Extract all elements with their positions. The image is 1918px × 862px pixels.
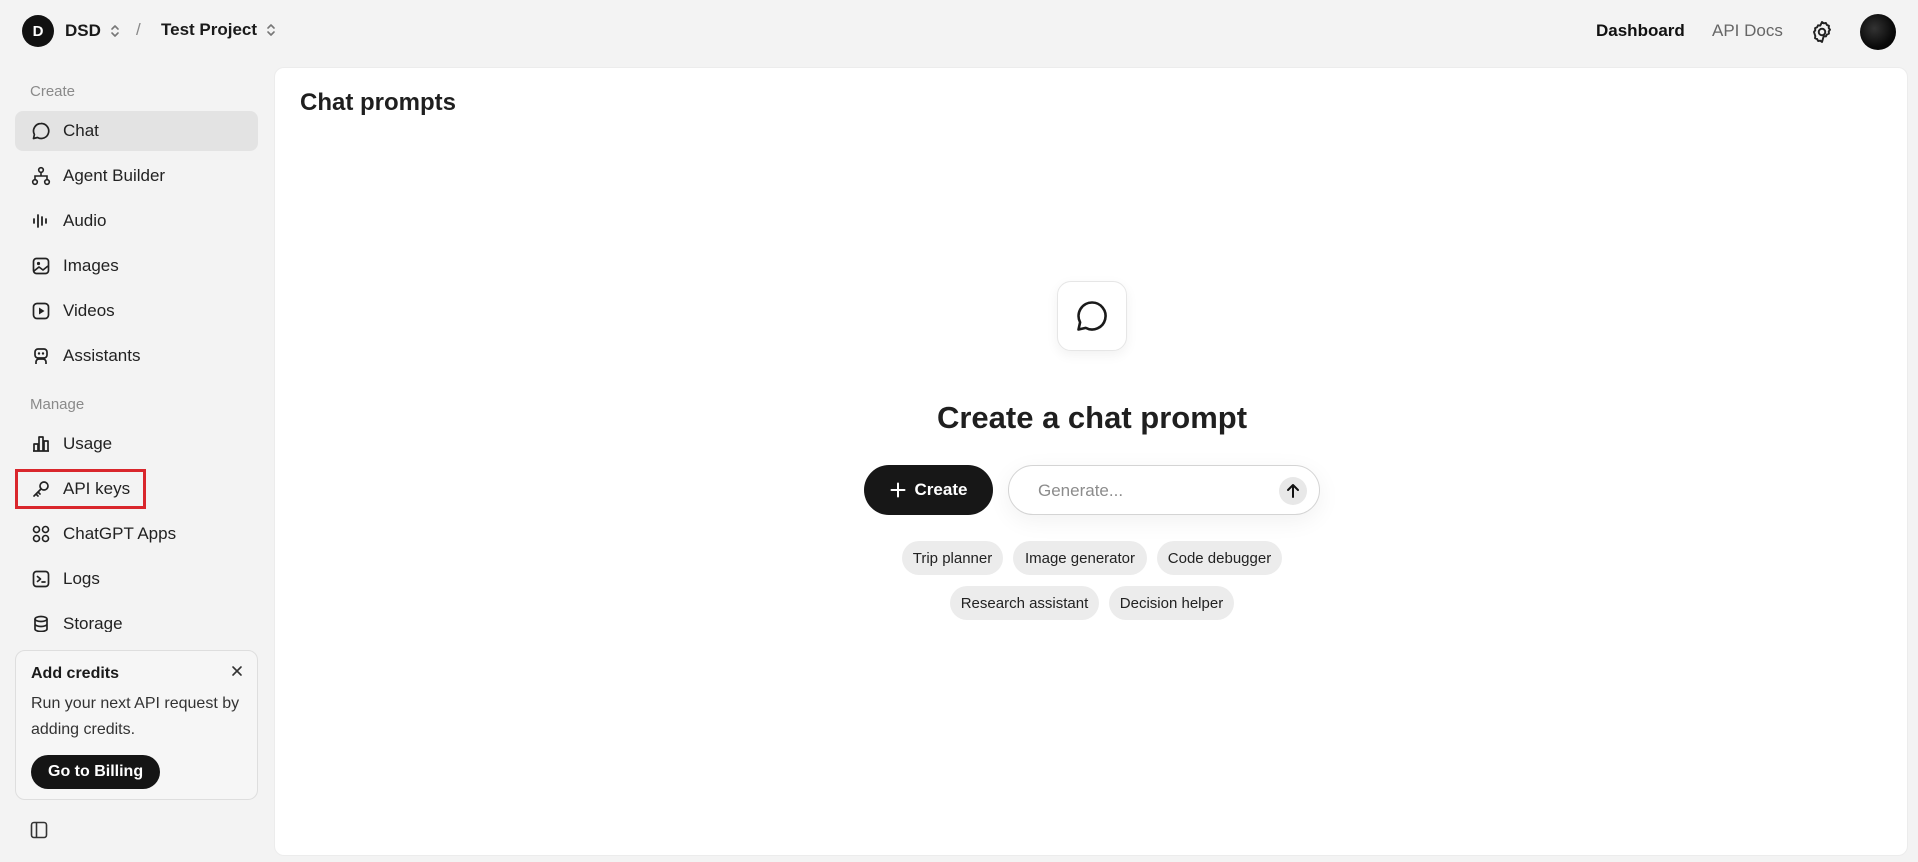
send-arrow-up-icon[interactable] — [1279, 477, 1307, 505]
key-icon — [30, 478, 52, 500]
sidebar-item-label: Chat — [63, 121, 99, 140]
suggestion-chip[interactable]: Research assistant — [950, 586, 1099, 620]
sidebar-item-images[interactable]: Images — [15, 246, 258, 286]
sidebar: Create Chat Agent Builder Audio Images V… — [0, 64, 274, 862]
breadcrumb-separator: / — [136, 20, 141, 39]
sidebar-item-logs[interactable]: Logs — [15, 559, 258, 599]
suggestion-chip[interactable]: Image generator — [1013, 541, 1147, 575]
sidebar-item-label: Agent Builder — [63, 166, 166, 185]
empty-state-heading: Create a chat prompt — [936, 400, 1248, 435]
sidebar-item-label: Audio — [63, 211, 107, 230]
sidebar-toggle-icon[interactable] — [29, 820, 49, 840]
bar-chart-icon — [30, 433, 52, 455]
agent-nodes-icon — [30, 165, 52, 187]
project-switcher[interactable]: Test Project — [161, 20, 277, 40]
add-credits-card: Add credits Run your next API request by… — [15, 650, 258, 800]
sidebar-item-videos[interactable]: Videos — [15, 291, 258, 331]
suggestion-chip[interactable]: Decision helper — [1109, 586, 1234, 620]
section-label-manage: Manage — [30, 396, 85, 413]
sidebar-item-assistants[interactable]: Assistants — [15, 336, 258, 376]
credits-description: Run your next API request by adding cred… — [31, 695, 240, 738]
database-icon — [30, 613, 52, 632]
sidebar-item-storage[interactable]: Storage — [15, 604, 258, 632]
settings-gear-icon[interactable] — [1809, 19, 1835, 45]
org-avatar: D — [22, 15, 54, 47]
create-button-label: Create — [914, 480, 968, 499]
page-title: Chat prompts — [300, 89, 456, 116]
close-icon[interactable] — [231, 665, 243, 677]
plus-icon — [890, 482, 906, 498]
sidebar-nav: Create Chat Agent Builder Audio Images V… — [0, 64, 274, 632]
section-label-create: Create — [30, 83, 76, 100]
chat-bubble-icon — [30, 120, 52, 142]
sidebar-item-api-keys[interactable]: API keys — [15, 469, 146, 509]
video-play-icon — [30, 300, 52, 322]
chevron-updown-icon — [265, 22, 277, 38]
sidebar-item-label: Usage — [63, 434, 113, 453]
sidebar-item-label: Assistants — [63, 346, 141, 365]
robot-icon — [30, 345, 52, 367]
org-name: DSD — [65, 21, 101, 40]
empty-state-chat-icon — [1057, 281, 1127, 351]
audio-wave-icon — [30, 210, 52, 232]
sidebar-item-label: Images — [63, 256, 119, 275]
sidebar-item-usage[interactable]: Usage — [15, 424, 258, 464]
apps-grid-icon — [30, 523, 52, 545]
terminal-icon — [30, 568, 52, 590]
go-to-billing-button[interactable]: Go to Billing — [31, 755, 161, 789]
sidebar-item-chatgpt-apps[interactable]: ChatGPT Apps — [15, 514, 258, 554]
image-icon — [30, 255, 52, 277]
org-switcher[interactable]: D DSD — [22, 15, 121, 47]
create-button[interactable]: Create — [864, 465, 993, 515]
sidebar-item-audio[interactable]: Audio — [15, 201, 258, 241]
credits-title: Add credits — [31, 665, 120, 682]
suggestion-chip[interactable]: Trip planner — [902, 541, 1003, 575]
sidebar-item-chat[interactable]: Chat — [15, 111, 258, 151]
generate-field — [1008, 465, 1320, 515]
nav-dashboard-link[interactable]: Dashboard — [1596, 21, 1685, 41]
sidebar-item-label: API keys — [63, 479, 131, 498]
suggestion-chip[interactable]: Code debugger — [1157, 541, 1282, 575]
user-avatar[interactable] — [1860, 14, 1896, 50]
top-bar: D DSD / Test Project Dashboard API Docs — [0, 0, 1918, 64]
nav-api-docs-link[interactable]: API Docs — [1712, 21, 1783, 41]
chevron-updown-icon — [109, 23, 121, 39]
sidebar-item-agent-builder[interactable]: Agent Builder — [15, 156, 258, 196]
project-name: Test Project — [161, 20, 258, 39]
sidebar-item-label: Videos — [63, 301, 115, 320]
main-panel: Chat prompts Create a chat prompt Create… — [274, 67, 1908, 856]
sidebar-item-label: Storage — [63, 614, 123, 632]
sidebar-item-label: ChatGPT Apps — [63, 524, 177, 543]
generate-input[interactable] — [1038, 479, 1268, 503]
sidebar-item-label: Logs — [63, 569, 100, 588]
